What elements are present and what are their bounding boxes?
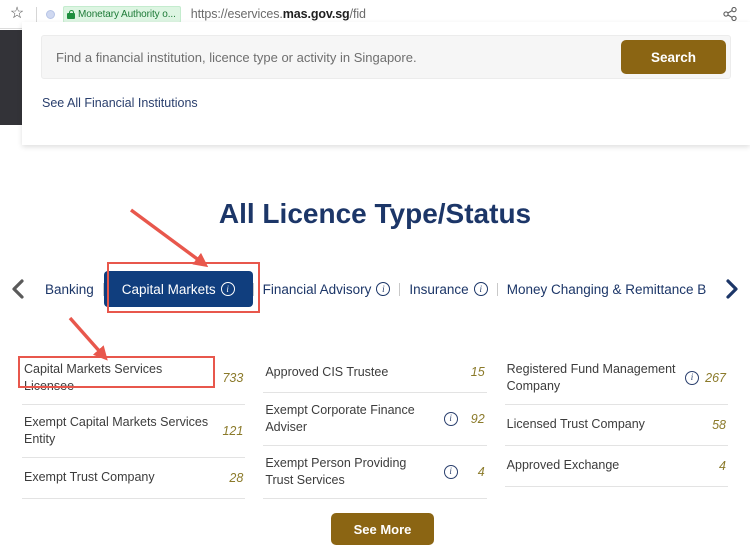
url-host: mas.gov.sg <box>282 7 350 21</box>
info-icon[interactable]: i <box>443 464 458 479</box>
tab-label: Insurance <box>409 281 469 297</box>
licence-row[interactable]: Approved CIS Trustee 15 <box>263 352 487 393</box>
info-icon[interactable]: i <box>473 282 488 296</box>
search-card: Search See All Financial Institutions <box>22 22 750 145</box>
licence-row[interactable]: Capital Markets Services Licensee 733 <box>22 352 246 405</box>
licence-type-grid: Capital Markets Services Licensee 733 Ex… <box>22 352 728 499</box>
licence-meta: i 4 <box>443 464 485 479</box>
search-input[interactable] <box>42 36 621 78</box>
licence-label: Exempt Corporate Finance Adviser <box>265 403 415 434</box>
site-identity-icon[interactable] <box>46 9 55 19</box>
see-all-financial-institutions-link[interactable]: See All Financial Institutions <box>42 96 198 110</box>
tab-label: Banking <box>45 281 94 297</box>
licence-label: Exempt Trust Company <box>24 470 155 485</box>
licence-meta: 121 <box>221 424 243 438</box>
licence-row[interactable]: Approved Exchange 4 <box>504 446 728 487</box>
tabs-list: Banking Capital Markets i Financial Advi… <box>36 268 714 310</box>
licence-category-tabs: Banking Capital Markets i Financial Advi… <box>0 268 750 310</box>
licence-count: 28 <box>229 470 244 485</box>
see-more-button[interactable]: See More <box>331 513 434 545</box>
licence-count: 121 <box>222 423 244 438</box>
licence-count: 4 <box>719 458 726 473</box>
licence-row[interactable]: Exempt Trust Company 28 <box>22 458 246 499</box>
licence-row[interactable]: Licensed Trust Company 58 <box>504 405 728 446</box>
tab-label: Capital Markets <box>121 281 216 297</box>
toolbar-divider <box>36 6 37 22</box>
info-icon[interactable]: i <box>376 282 391 296</box>
tab-label: Money Changing & Remittance B <box>506 281 707 297</box>
licence-label: Approved Exchange <box>506 458 620 473</box>
tab-insurance[interactable]: Insurance i <box>400 268 496 310</box>
bookmark-star-icon: ☆ <box>9 5 25 22</box>
chevron-left-icon <box>12 279 24 299</box>
licence-label: Licensed Trust Company <box>506 417 645 432</box>
licence-label: Exempt Person Providing Trust Services <box>265 455 407 487</box>
tab-capital-markets[interactable]: Capital Markets i <box>103 271 253 307</box>
licence-label: Capital Markets Services Licensee <box>24 362 163 393</box>
page-title: All Licence Type/Status <box>218 198 532 229</box>
licence-meta: 4 <box>704 459 726 473</box>
licence-meta: i 267 <box>684 370 726 385</box>
info-icon[interactable]: i <box>443 411 458 426</box>
page-left-rail <box>0 30 22 125</box>
licence-column-1: Capital Markets Services Licensee 733 Ex… <box>22 352 246 499</box>
info-icon[interactable]: i <box>684 370 699 385</box>
licence-meta: 28 <box>221 471 243 485</box>
share-icon <box>723 7 737 21</box>
tab-banking[interactable]: Banking <box>36 268 103 310</box>
licence-meta: 15 <box>463 365 485 379</box>
search-bar: Search <box>41 35 731 79</box>
search-button[interactable]: Search <box>621 40 726 74</box>
tab-money-changing-remittance[interactable]: Money Changing & Remittance B <box>498 268 714 310</box>
licence-row[interactable]: Exempt Corporate Finance Adviser i 92 <box>263 393 487 446</box>
tab-financial-advisory[interactable]: Financial Advisory i <box>254 268 400 310</box>
licence-label: Approved CIS Trustee <box>265 364 389 379</box>
licence-label: Exempt Capital Markets Services Entity <box>24 414 209 446</box>
licence-column-2: Approved CIS Trustee 15 Exempt Corporate… <box>263 352 487 499</box>
url-path: /fid <box>349 7 366 21</box>
licence-count: 4 <box>477 464 485 479</box>
licence-row[interactable]: Registered Fund Management Company i 267 <box>504 352 728 405</box>
tabs-prev-button[interactable] <box>0 268 36 310</box>
ev-certificate-badge[interactable]: Monetary Authority o... <box>63 5 181 23</box>
licence-meta: i 92 <box>443 411 485 426</box>
licence-count: 733 <box>222 370 244 385</box>
licence-label: Registered Fund Management Company <box>506 362 676 393</box>
licence-count: 15 <box>470 365 485 379</box>
licence-column-3: Registered Fund Management Company i 267… <box>504 352 728 499</box>
licence-meta: 733 <box>221 371 243 385</box>
info-icon[interactable]: i <box>220 282 235 296</box>
licence-count: 267 <box>705 370 726 385</box>
licence-count: 58 <box>712 417 726 432</box>
licence-count: 92 <box>470 411 485 426</box>
tabs-next-button[interactable] <box>714 268 750 310</box>
address-bar[interactable]: https://eservices.mas.gov.sg/fid <box>191 7 710 21</box>
licence-row[interactable]: Exempt Capital Markets Services Entity 1… <box>22 405 246 458</box>
lock-icon <box>67 9 75 19</box>
tab-label: Financial Advisory <box>262 281 372 297</box>
chevron-right-icon <box>726 279 738 299</box>
ev-certificate-label: Monetary Authority o... <box>78 8 176 20</box>
url-scheme: https://eservices. <box>190 7 283 21</box>
licence-meta: 58 <box>704 418 726 432</box>
licence-row[interactable]: Exempt Person Providing Trust Services i… <box>263 446 487 499</box>
